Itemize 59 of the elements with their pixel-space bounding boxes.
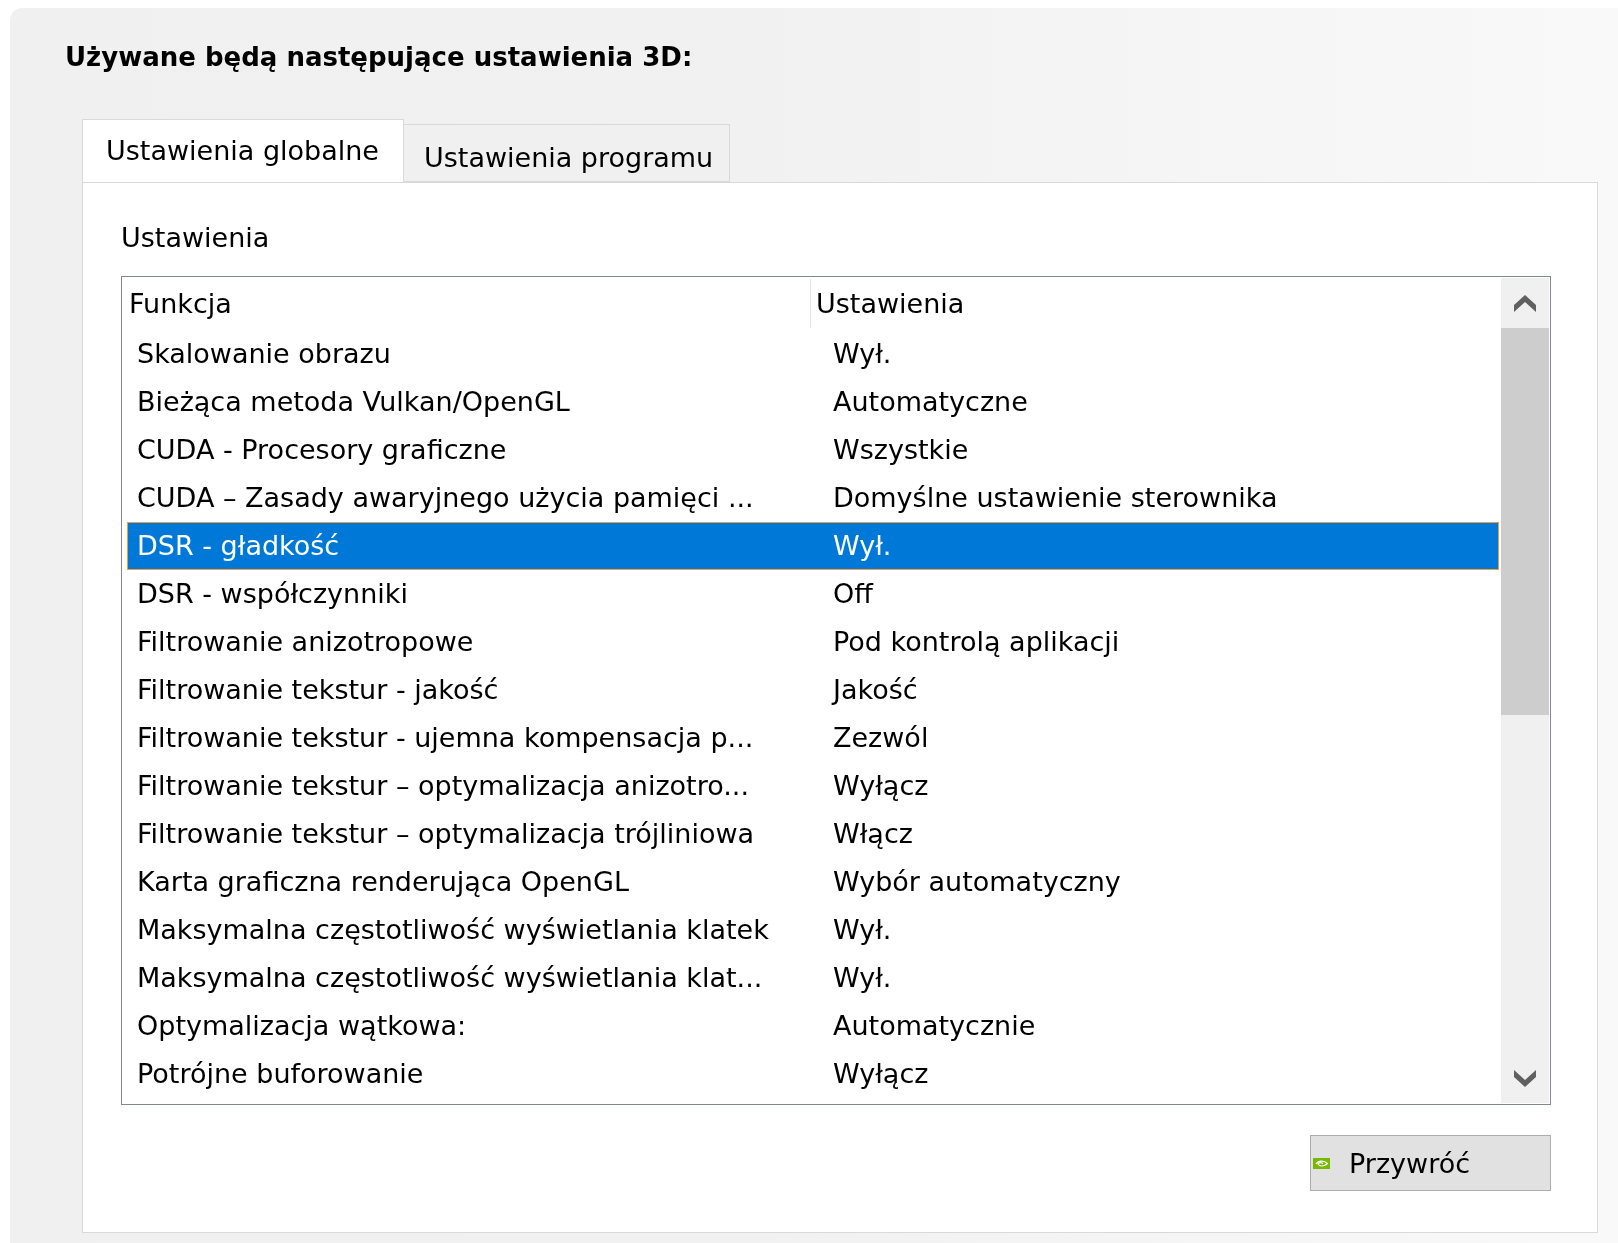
list-row[interactable]: Bieżąca metoda Vulkan/OpenGL Automatyczne [127,378,1499,426]
list-row[interactable]: DSR - gładkość Wył. [127,522,1499,570]
feature-name: Filtrowanie tekstur – optymalizacja trójliniowa [137,818,755,849]
setting-value: Wył. [833,530,892,561]
setting-value: Automatycznie [833,1010,1036,1041]
list-row[interactable]: Skalowanie obrazu Wył. [127,330,1499,378]
feature-name: Maksymalna częstotliwość wyświetlania klat... [137,962,763,993]
setting-value: Zezwól [833,722,929,753]
setting-value: Wszystkie [833,434,969,465]
list-row[interactable]: DSR - współczynniki Off [127,570,1499,618]
scrollbar-thumb[interactable] [1501,328,1549,715]
setting-value: Pod kontrolą aplikacji [833,626,1120,657]
list-row[interactable]: Maksymalna częstotliwość wyświetlania klat... Wył. [127,954,1499,1002]
list-row[interactable]: Filtrowanie anizotropowe Pod kontrolą aplikacji [127,618,1499,666]
setting-value: Wył. [833,338,892,369]
feature-name: Maksymalna częstotliwość wyświetlania klatek [137,914,769,945]
feature-name: DSR - gładkość [137,530,340,561]
setting-value: Domyślne ustawienie sterownika [833,482,1278,513]
tab[interactable]: Ustawienia globalne [82,119,404,182]
list-row[interactable]: Optymalizacja wątkowa: Automatycznie [127,1002,1499,1050]
group-label: Ustawienia [121,222,270,254]
list-row[interactable]: CUDA - Procesory graficzne Wszystkie [127,426,1499,474]
chevron-down-icon [1514,1069,1536,1087]
feature-name: CUDA – Zasady awaryjnego użycia pamięci ... [137,482,754,513]
setting-value: Wybór automatyczny [833,866,1121,897]
feature-name: Skalowanie obrazu [137,338,391,369]
setting-value: Wył. [833,914,892,945]
tab[interactable]: Ustawienia programu [403,124,731,182]
feature-name: Filtrowanie anizotropowe [137,626,474,657]
feature-name: Filtrowanie tekstur – optymalizacja anizotro... [137,770,749,801]
chevron-up-icon [1514,294,1536,312]
list-row[interactable]: Filtrowanie tekstur - jakość Jakość [127,666,1499,714]
feature-name: Optymalizacja wątkowa: [137,1010,467,1041]
setting-value: Automatyczne [833,386,1028,417]
list-row[interactable]: Filtrowanie tekstur – optymalizacja trójliniowa Włącz [127,810,1499,858]
list-row[interactable]: Maksymalna częstotliwość wyświetlania klatek Wył. [127,906,1499,954]
list-row[interactable]: Filtrowanie tekstur - ujemna kompensacja p... Zezwól [127,714,1499,762]
section-heading: Używane będą następujące ustawienia 3D: [65,41,693,73]
feature-name: DSR - współczynniki [137,578,408,609]
feature-name: Filtrowanie tekstur - jakość [137,674,499,705]
feature-name: Potrójne buforowanie [137,1058,424,1089]
setting-value: Off [833,578,873,609]
feature-name: CUDA - Procesory graficzne [137,434,507,465]
feature-name: Bieżąca metoda Vulkan/OpenGL [137,386,570,417]
setting-value: Wyłącz [833,770,929,801]
column-header[interactable]: Ustawienia [811,277,1501,330]
setting-value: Wył. [833,962,892,993]
list-row[interactable]: Filtrowanie tekstur – optymalizacja anizotro... Wyłącz [127,762,1499,810]
setting-value: Wyłącz [833,1058,929,1089]
feature-name: Karta graficzna renderująca OpenGL [137,866,629,897]
logo-icon [1313,1157,1330,1169]
list-row[interactable]: Potrójne buforowanie Wyłącz [127,1050,1499,1098]
restore-button[interactable]: Przywróć [1310,1135,1551,1191]
column-header[interactable]: Funkcja [122,279,811,328]
setting-value: Włącz [833,818,913,849]
setting-value: Jakość [833,674,918,705]
list-row[interactable]: CUDA – Zasady awaryjnego użycia pamięci ... Domyślne ustawienie sterownika [127,474,1499,522]
feature-name: Filtrowanie tekstur - ujemna kompensacja p... [137,722,754,753]
list-row[interactable]: Karta graficzna renderująca OpenGL Wybór automatyczny [127,858,1499,906]
